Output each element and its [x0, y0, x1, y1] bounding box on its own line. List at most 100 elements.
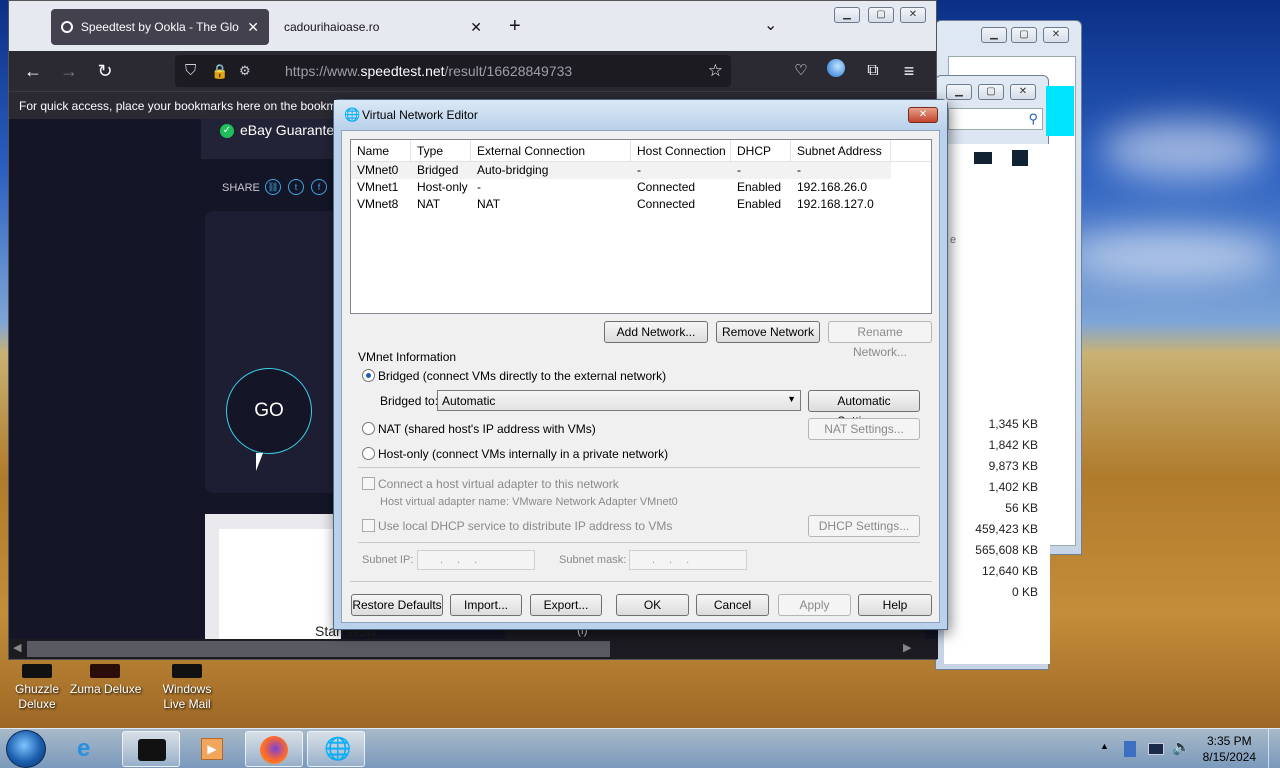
hostonly-radio[interactable] — [362, 447, 375, 460]
maximize-button[interactable]: ▢ — [868, 7, 894, 23]
taskbar-internet-explorer[interactable]: e — [62, 731, 120, 767]
dhcp-settings-button[interactable]: DHCP Settings... — [808, 515, 920, 537]
row-cell: VMnet1 — [357, 180, 399, 194]
desktop-icon-ghuzzle-deluxe[interactable]: Ghuzzle Deluxe — [2, 664, 72, 712]
volume-icon[interactable]: 🔈 — [1172, 738, 1191, 756]
nat-radio-label[interactable]: NAT (shared host's IP address with VMs) — [378, 422, 596, 436]
nat-radio[interactable] — [362, 422, 375, 435]
close-button[interactable]: ✕ — [1043, 27, 1069, 43]
lock-icon[interactable]: 🔒 — [211, 55, 228, 87]
row-cell: Auto-bridging — [477, 163, 549, 177]
close-tab-icon[interactable]: ✕ — [470, 19, 482, 36]
connect-adapter-checkbox[interactable] — [362, 477, 375, 490]
nat-settings-button[interactable]: NAT Settings... — [808, 418, 920, 440]
system-clock[interactable]: 3:35 PM 8/15/2024 — [1203, 733, 1256, 765]
column-header-host[interactable]: Host Connection — [631, 140, 731, 161]
column-header-name[interactable]: Name — [351, 140, 411, 161]
hostonly-radio-label[interactable]: Host-only (connect VMs internally in a p… — [378, 447, 668, 461]
remove-network-button[interactable]: Remove Network — [716, 321, 820, 343]
column-header-dhcp[interactable]: DHCP — [731, 140, 791, 161]
start-button[interactable] — [6, 730, 46, 768]
desktop-icon-windows-live-mail[interactable]: Windows Live Mail — [152, 664, 222, 712]
scroll-left-icon[interactable]: ◀ — [13, 641, 21, 654]
close-button[interactable]: ✕ — [1010, 84, 1036, 100]
table-row[interactable]: VMnet0 Bridged Auto-bridging - - - — [351, 162, 891, 179]
maximize-button[interactable]: ▢ — [978, 84, 1004, 100]
vmnet-list[interactable]: Name Type External Connection Host Conne… — [350, 139, 932, 314]
separator — [350, 581, 932, 582]
automatic-settings-button[interactable]: Automatic Settings... — [808, 390, 920, 428]
explorer-window[interactable]: ▁ ▢ ✕ ⚲ e 1,345 KB 1,842 KB 9,873 KB 1,4… — [935, 75, 1074, 670]
share-twitter-icon[interactable]: t — [288, 179, 304, 195]
close-button[interactable]: ✕ — [908, 107, 938, 123]
table-row[interactable]: VMnet8 NAT NAT Connected Enabled 192.168… — [351, 196, 931, 213]
use-dhcp-checkbox[interactable] — [362, 519, 375, 532]
column-header-subnet[interactable]: Subnet Address — [791, 140, 891, 161]
share-facebook-icon[interactable]: f — [311, 179, 327, 195]
list-tabs-chevron-icon[interactable]: ⌄ — [764, 15, 777, 35]
extensions-icon[interactable]: ⧉ — [861, 59, 885, 83]
tab-cadourihaioase[interactable]: cadourihaioase.ro ✕ — [274, 9, 492, 45]
scrollbar-thumb[interactable] — [27, 641, 610, 657]
search-icon: ⚲ — [1028, 111, 1038, 126]
table-row[interactable]: VMnet1 Host-only - Connected Enabled 192… — [351, 179, 931, 196]
restore-defaults-button[interactable]: Restore Defaults — [351, 594, 443, 616]
subnet-ip-input[interactable]: ... — [417, 550, 535, 570]
import-button[interactable]: Import... — [450, 594, 522, 616]
help-button[interactable]: Help — [858, 594, 932, 616]
account-icon[interactable] — [824, 59, 848, 83]
dialog-titlebar[interactable]: 🌐 Virtual Network Editor ✕ — [334, 100, 947, 130]
use-dhcp-label[interactable]: Use local DHCP service to distribute IP … — [378, 519, 672, 533]
shield-icon[interactable]: ⛉ — [185, 55, 196, 87]
rename-network-button[interactable]: Rename Network... — [828, 321, 932, 359]
bridged-to-select[interactable]: Automatic ▼ — [437, 390, 801, 411]
minimize-button[interactable]: ▁ — [981, 27, 1007, 43]
column-header-type[interactable]: Type — [411, 140, 471, 161]
taskbar-media-player[interactable]: ▶ — [184, 731, 242, 767]
export-button[interactable]: Export... — [530, 594, 602, 616]
taskbar-firefox[interactable] — [245, 731, 303, 767]
share-link-icon[interactable]: ⛓ — [265, 179, 281, 195]
virtual-network-editor-dialog[interactable]: 🌐 Virtual Network Editor ✕ Name Type Ext… — [333, 99, 948, 630]
maximize-button[interactable]: ▢ — [1011, 27, 1037, 43]
taskbar-vmware[interactable] — [122, 731, 180, 767]
tray-icon[interactable] — [1124, 741, 1136, 757]
network-tray-icon[interactable] — [1148, 743, 1164, 755]
back-arrow-icon[interactable]: ← — [21, 59, 45, 83]
connect-adapter-label[interactable]: Connect a host virtual adapter to this n… — [378, 477, 619, 491]
pocket-icon[interactable]: ♡ — [789, 59, 813, 83]
url-bar[interactable]: ⛉ 🔒 ⚙ https://www.speedtest.net/result/1… — [175, 55, 731, 87]
ok-button[interactable]: OK — [616, 594, 689, 616]
new-tab-button[interactable]: + — [509, 15, 521, 38]
scroll-right-icon[interactable]: ▶ — [903, 641, 911, 654]
close-button[interactable]: ✕ — [900, 7, 926, 23]
subnet-mask-input[interactable]: ... — [629, 550, 747, 570]
show-desktop-button[interactable] — [1268, 729, 1280, 768]
reload-icon[interactable]: ↻ — [93, 59, 117, 83]
horizontal-scrollbar[interactable]: ◀ ▶ — [9, 639, 938, 659]
minimize-button[interactable]: ▁ — [834, 7, 860, 23]
bridged-radio-label[interactable]: Bridged (connect VMs directly to the ext… — [378, 369, 666, 383]
bookmark-star-icon[interactable]: ☆ — [708, 55, 723, 87]
cancel-button[interactable]: Cancel — [696, 594, 769, 616]
menu-icon[interactable]: ≡ — [897, 59, 921, 83]
bridged-radio[interactable] — [362, 369, 375, 382]
forward-arrow-icon[interactable]: → — [57, 59, 81, 83]
taskbar-virtual-network-editor[interactable]: 🌐 — [307, 731, 365, 767]
desktop-icon-zuma-deluxe[interactable]: Zuma Deluxe — [70, 664, 141, 697]
column-header-external[interactable]: External Connection — [471, 140, 631, 161]
row-cell: Connected — [637, 180, 696, 194]
minimize-button[interactable]: ▁ — [946, 84, 972, 100]
close-tab-icon[interactable]: ✕ — [247, 19, 259, 36]
mouse-cursor-icon — [256, 453, 269, 471]
permissions-icon[interactable]: ⚙ — [239, 55, 251, 87]
apply-button[interactable]: Apply — [778, 594, 851, 616]
toolbar-icon[interactable] — [974, 152, 992, 164]
add-network-button[interactable]: Add Network... — [604, 321, 708, 343]
toolbar-icon[interactable] — [1012, 150, 1028, 166]
go-button[interactable]: GO — [226, 368, 312, 454]
desktop-icon-label: Deluxe — [18, 697, 56, 711]
show-hidden-icons-chevron-icon[interactable]: ▲ — [1100, 741, 1109, 751]
tab-speedtest[interactable]: Speedtest by Ookla - The Global ✕ — [51, 9, 269, 45]
explorer-search-box[interactable]: ⚲ — [948, 108, 1043, 130]
